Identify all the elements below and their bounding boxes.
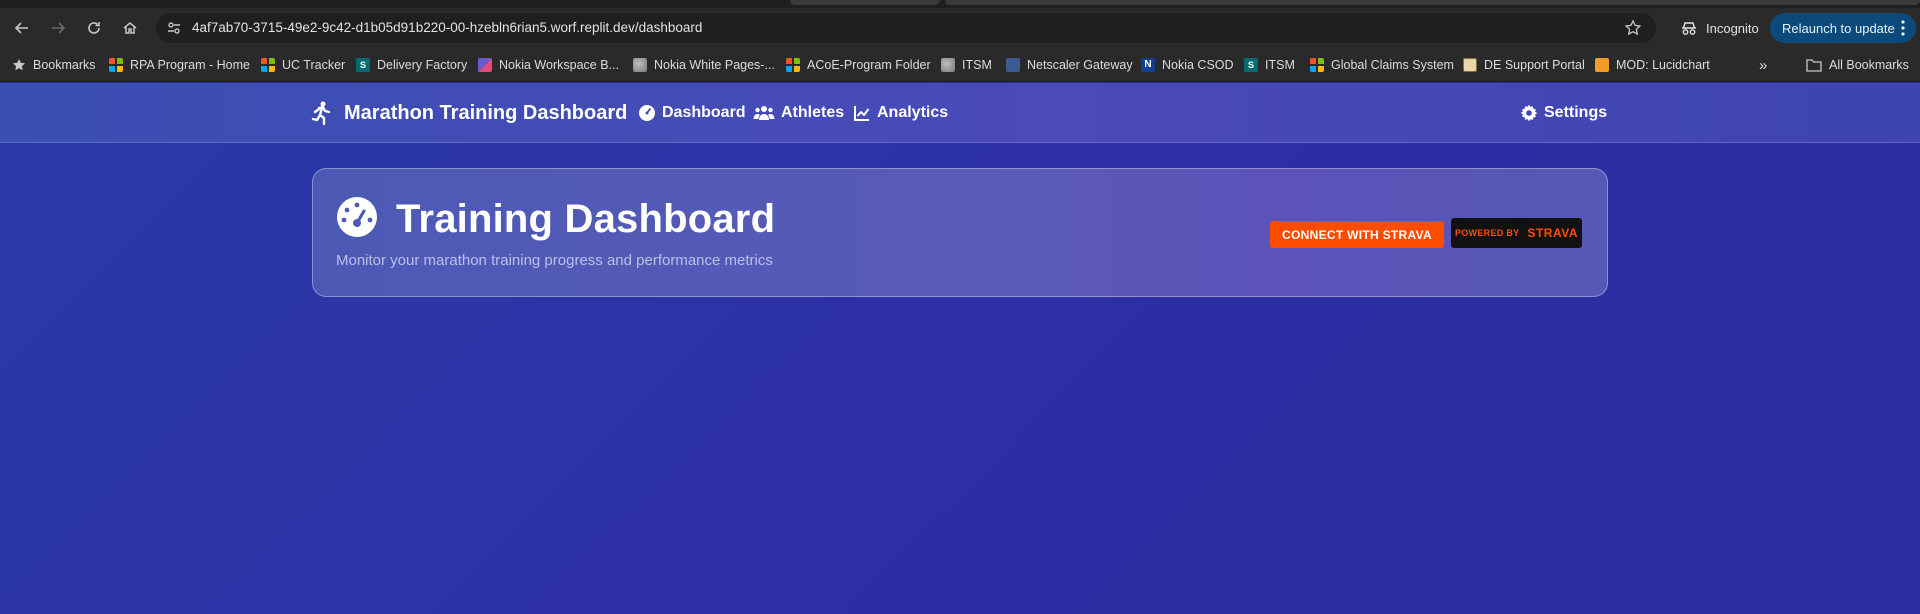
app-navbar: Marathon Training Dashboard Dashboard At… [0,83,1920,143]
page-subtitle: Monitor your marathon training progress … [336,252,773,269]
nav-dashboard[interactable]: Dashboard [638,104,746,122]
portal-icon [1463,58,1477,72]
bookmark-item[interactable]: Nokia Workspace B... [478,56,619,74]
incognito-icon [1682,22,1696,35]
incognito-label: Incognito [1706,20,1759,36]
folder-icon [1806,59,1822,72]
bookmarks-overflow-button[interactable]: » [1759,56,1767,74]
nav-athletes[interactable]: Athletes [753,104,844,122]
dashboard-header-card: Training Dashboard Monitor your marathon… [312,168,1608,297]
bookmark-item[interactable]: Netscaler Gateway [1006,56,1133,74]
globe-icon [633,58,647,72]
reload-button[interactable] [80,14,108,42]
globe-icon [941,58,955,72]
tab-strip [0,0,1920,8]
connect-strava-button[interactable]: CONNECT WITH STRAVA [1270,221,1444,248]
microsoft-icon [786,58,800,72]
incognito-indicator[interactable]: Incognito [1670,14,1769,42]
browser-toolbar: 4af7ab70-3715-49e2-9c42-d1b05d91b220-00-… [0,8,1920,48]
url-text[interactable]: 4af7ab70-3715-49e2-9c42-d1b05d91b220-00-… [192,20,702,35]
bookmark-item[interactable]: MOD: Lucidchart [1595,56,1710,74]
app-page: Marathon Training Dashboard Dashboard At… [0,83,1920,614]
sharepoint-icon: S [1244,58,1258,72]
lucidchart-icon [1595,58,1609,72]
tab-edge [790,0,940,5]
nav-athletes-label: Athletes [781,104,845,121]
relaunch-button[interactable]: Relaunch to update [1770,13,1916,43]
bookmark-star-icon[interactable] [1624,19,1642,37]
microsoft-icon [109,58,123,72]
strava-wordmark: STRAVA [1527,226,1579,240]
back-button[interactable] [8,14,36,42]
microsoft-icon [261,58,275,72]
nav-dashboard-label: Dashboard [662,104,746,121]
tachometer-icon [337,197,377,237]
bookmark-item[interactable]: UC Tracker [261,56,345,74]
powered-by-strava-badge: POWERED BY STRAVA [1451,218,1582,248]
bookmark-item[interactable]: ACoE-Program Folder [786,56,931,74]
bookmark-item[interactable]: Bookmarks [12,56,96,74]
arrow-left-icon [14,22,28,34]
bookmark-item[interactable]: ITSM [941,56,992,74]
home-icon [123,22,137,34]
bookmarks-bar: Bookmarks RPA Program - Home UC Tracker … [0,48,1920,82]
bookmark-item[interactable]: S Delivery Factory [356,56,467,74]
brand-title: Marathon Training Dashboard [344,101,628,124]
nav-analytics[interactable]: Analytics [853,104,948,122]
running-person-icon [311,101,331,125]
home-button[interactable] [116,14,144,42]
dashboard-gauge-icon [639,105,655,121]
arrow-right-icon [52,22,66,34]
bookmark-item[interactable]: Global Claims System [1310,56,1454,74]
bookmark-item[interactable]: RPA Program - Home [109,56,250,74]
nav-settings[interactable]: Settings [1520,104,1607,122]
brand-link[interactable]: Marathon Training Dashboard [310,101,627,125]
gear-icon [1520,104,1538,122]
line-chart-icon [854,106,870,121]
microsoft-icon [1310,58,1324,72]
lock-icon [1006,58,1020,72]
workspace-icon [478,58,492,72]
nav-analytics-label: Analytics [877,104,949,121]
active-tab-edge [945,0,1920,5]
forward-button[interactable] [44,14,72,42]
bookmark-item[interactable]: N Nokia CSOD [1141,56,1234,74]
connect-strava-label: CONNECT WITH STRAVA [1282,227,1432,242]
users-icon [753,106,775,120]
nav-settings-label: Settings [1544,104,1608,121]
page-title: Training Dashboard [396,197,776,241]
star-icon [13,59,25,71]
chevron-double-right-icon: » [1759,56,1768,74]
reload-icon [88,22,100,34]
nokia-icon: N [1141,58,1155,72]
bookmark-item[interactable]: DE Support Portal [1463,56,1585,74]
sharepoint-icon: S [356,58,370,72]
relaunch-label: Relaunch to update [1782,20,1895,36]
address-bar[interactable]: 4af7ab70-3715-49e2-9c42-d1b05d91b220-00-… [156,13,1656,43]
bookmark-item[interactable]: Nokia White Pages-... [633,56,775,74]
site-settings-icon[interactable] [166,20,182,36]
powered-by-label: POWERED BY [1454,228,1520,238]
all-bookmarks-button[interactable]: All Bookmarks [1806,56,1909,74]
bookmark-item[interactable]: S ITSM [1244,56,1295,74]
more-options-icon[interactable] [1898,18,1908,38]
